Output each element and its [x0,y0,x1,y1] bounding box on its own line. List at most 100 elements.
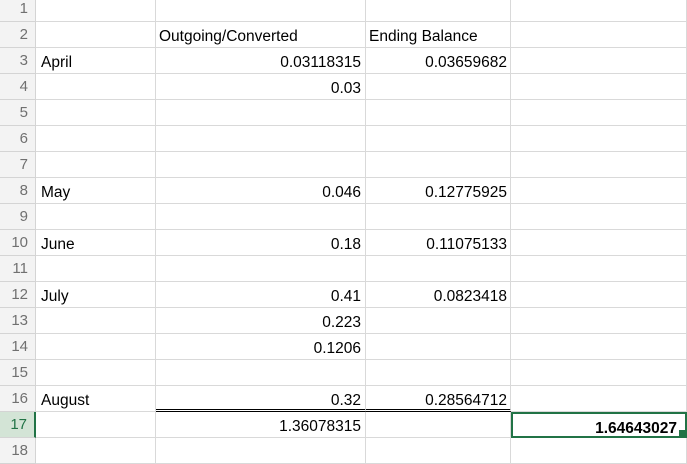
fill-handle[interactable] [678,429,685,436]
cell-a16[interactable]: August [36,386,156,412]
cell-a18[interactable] [36,438,156,464]
cell-b7[interactable] [156,152,366,178]
cell-b3[interactable]: 0.03118315 [156,48,366,74]
sheet-row: 14 0.1206 [0,334,687,360]
row-header[interactable]: 13 [0,308,36,334]
cell-c17[interactable] [366,412,511,438]
cell-d8[interactable] [511,178,687,204]
cell-c18[interactable] [366,438,511,464]
row-header[interactable]: 11 [0,256,36,282]
outgoing-converted-header[interactable]: Outgoing/Converted [156,22,366,48]
cell-b10[interactable]: 0.18 [156,230,366,256]
sheet-row: 10 June 0.18 0.11075133 [0,230,687,256]
cell-b6[interactable] [156,126,366,152]
ending-balance-header[interactable]: Ending Balance [366,22,511,48]
cell-c15[interactable] [366,360,511,386]
cell-d1[interactable] [511,0,687,22]
cell-c9[interactable] [366,204,511,230]
cell-b16[interactable]: 0.32 [156,386,366,412]
cell-b11[interactable] [156,256,366,282]
row-header[interactable]: 2 [0,22,36,48]
cell-a5[interactable] [36,100,156,126]
cell-d16[interactable] [511,386,687,412]
cell-b18[interactable] [156,438,366,464]
cell-c3[interactable]: 0.03659682 [366,48,511,74]
sheet-row: 6 [0,126,687,152]
cell-a17[interactable] [36,412,156,438]
row-header[interactable]: 12 [0,282,36,308]
cell-d5[interactable] [511,100,687,126]
cell-a6[interactable] [36,126,156,152]
cell-d12[interactable] [511,282,687,308]
cell-c11[interactable] [366,256,511,282]
cell-a3[interactable]: April [36,48,156,74]
cell-d13[interactable] [511,308,687,334]
cell-d6[interactable] [511,126,687,152]
row-header[interactable]: 15 [0,360,36,386]
cell-c13[interactable] [366,308,511,334]
cell-a15[interactable] [36,360,156,386]
sheet-row-active: 17 1.36078315 1.64643027 [0,412,687,438]
row-header[interactable]: 18 [0,438,36,464]
cell-a10[interactable]: June [36,230,156,256]
cell-c6[interactable] [366,126,511,152]
cell-a2[interactable] [36,22,156,48]
cell-b15[interactable] [156,360,366,386]
cell-c12[interactable]: 0.0823418 [366,282,511,308]
cell-a9[interactable] [36,204,156,230]
row-header[interactable]: 4 [0,74,36,100]
row-header[interactable]: 14 [0,334,36,360]
cell-a8[interactable]: May [36,178,156,204]
cell-a4[interactable] [36,74,156,100]
cell-d14[interactable] [511,334,687,360]
cell-c5[interactable] [366,100,511,126]
cell-c14[interactable] [366,334,511,360]
cell-d4[interactable] [511,74,687,100]
cell-d11[interactable] [511,256,687,282]
cell-d18[interactable] [511,438,687,464]
total-outgoing-cell[interactable]: 1.36078315 [156,412,366,438]
cell-a7[interactable] [36,152,156,178]
row-header[interactable]: 9 [0,204,36,230]
row-header[interactable]: 10 [0,230,36,256]
cell-c16[interactable]: 0.28564712 [366,386,511,412]
row-header[interactable]: 6 [0,126,36,152]
selected-cell-d17[interactable]: 1.64643027 [511,412,687,438]
cell-d7[interactable] [511,152,687,178]
cell-c10[interactable]: 0.11075133 [366,230,511,256]
cell-b8[interactable]: 0.046 [156,178,366,204]
row-header[interactable]: 16 [0,386,36,412]
sheet-row: 9 [0,204,687,230]
row-header-active[interactable]: 17 [0,412,36,438]
cell-b5[interactable] [156,100,366,126]
row-header[interactable]: 3 [0,48,36,74]
cell-d15[interactable] [511,360,687,386]
cell-d3[interactable] [511,48,687,74]
cell-a11[interactable] [36,256,156,282]
cell-c8[interactable]: 0.12775925 [366,178,511,204]
cell-a12[interactable]: July [36,282,156,308]
cell-d2[interactable] [511,22,687,48]
row-header[interactable]: 5 [0,100,36,126]
row-header[interactable]: 8 [0,178,36,204]
row-header[interactable]: 7 [0,152,36,178]
cell-b9[interactable] [156,204,366,230]
cell-a1[interactable] [36,0,156,22]
cell-b12[interactable]: 0.41 [156,282,366,308]
cell-a14[interactable] [36,334,156,360]
sheet-row: 3 April 0.03118315 0.03659682 [0,48,687,74]
cell-a13[interactable] [36,308,156,334]
cell-b14[interactable]: 0.1206 [156,334,366,360]
cell-d10[interactable] [511,230,687,256]
cell-c1[interactable] [366,0,511,22]
row-header[interactable]: 1 [0,0,36,22]
cell-d9[interactable] [511,204,687,230]
cell-b13[interactable]: 0.223 [156,308,366,334]
sheet-row: 1 [0,0,687,22]
cell-b1[interactable] [156,0,366,22]
cell-c4[interactable] [366,74,511,100]
sheet-row: 2 Outgoing/Converted Ending Balance [0,22,687,48]
cell-c7[interactable] [366,152,511,178]
cell-b4[interactable]: 0.03 [156,74,366,100]
sheet-row: 18 [0,438,687,464]
